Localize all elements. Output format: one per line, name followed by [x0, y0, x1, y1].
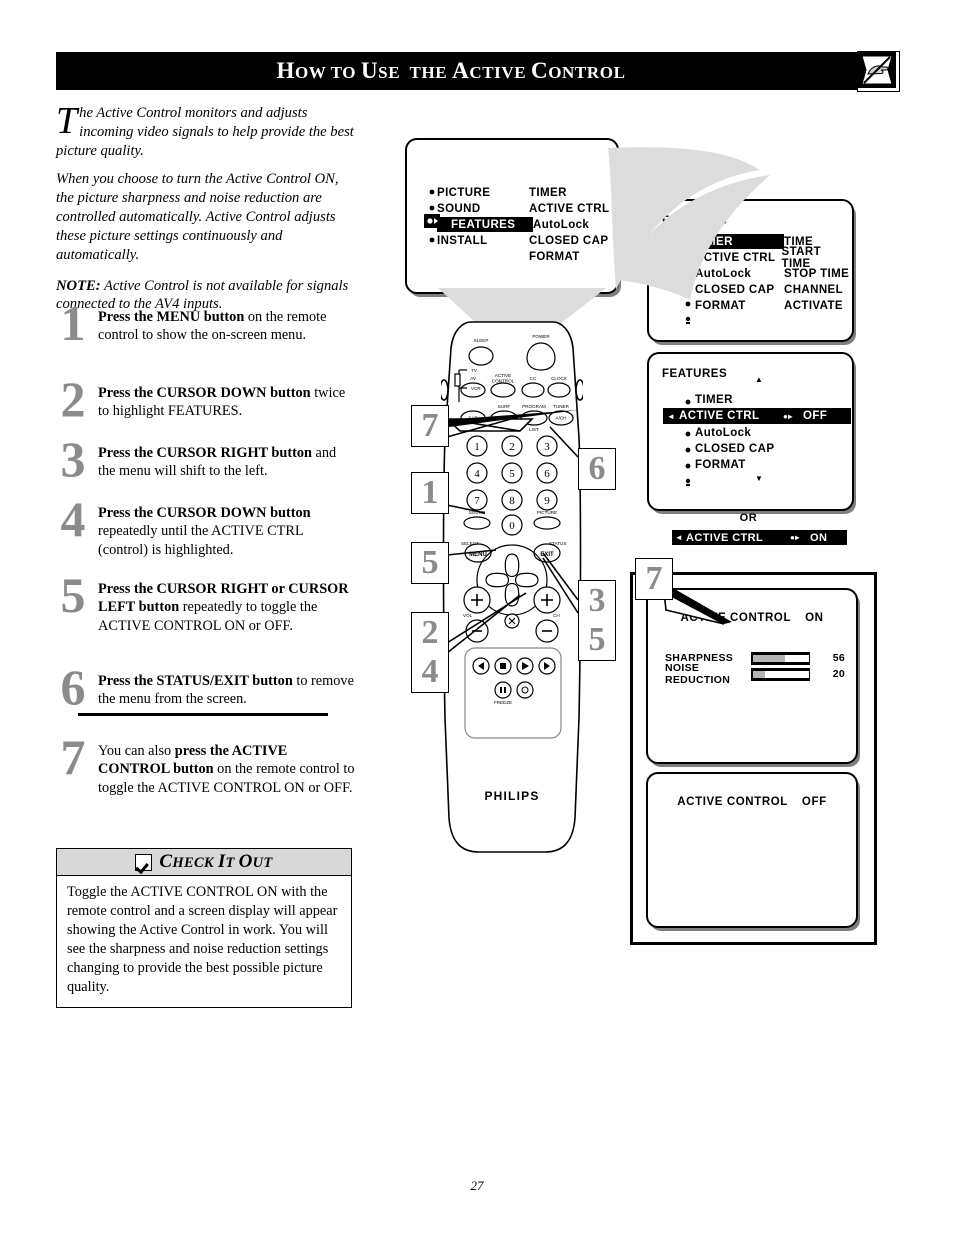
note-label: NOTE: [56, 277, 101, 294]
step-bold: Press the MENU button [98, 309, 245, 325]
label-clock: CLOCK [551, 376, 568, 381]
section-divider [78, 713, 328, 716]
step-text: Press the MENU button on the remote cont… [98, 308, 356, 345]
check-it-out-body: Toggle the ACTIVE CONTROL ON with the re… [67, 884, 338, 995]
step-number: 7 [60, 729, 86, 785]
step-item: 1 Press the MENU button on the remote co… [56, 298, 356, 370]
intro-p1-text: he Active Control monitors and adjusts i… [56, 105, 354, 159]
step-7-block: 7 You can also press the ACTIVE CONTROL … [56, 732, 356, 811]
steps-list: 1 Press the MENU button on the remote co… [56, 298, 356, 732]
step-rest: repeatedly until the ACTIVE CTRL (contro… [98, 523, 304, 558]
ac-off-state: OFF [801, 796, 827, 808]
step-text: Press the CURSOR RIGHT button and the me… [98, 444, 356, 481]
active-control-off-title: ACTIVE CONTROL OFF [648, 796, 856, 808]
step-item: 6 Press the STATUS/EXIT button to remove… [56, 662, 356, 718]
intro-text-column: The Active Control monitors and adjusts … [56, 100, 356, 314]
drop-cap: T [56, 100, 78, 142]
callout-1: 1 [411, 472, 449, 514]
callout-6: 6 [578, 448, 616, 490]
callout-7-right: 7 [635, 558, 673, 600]
label-sleep: SLEEP [474, 338, 489, 343]
label-vcr: VCR [471, 386, 481, 391]
callout-7-left: 7 [411, 405, 449, 447]
step-pre: You can also [98, 743, 175, 759]
step-text: Press the CURSOR DOWN button twice to hi… [98, 384, 356, 421]
step-item: 5 Press the CURSOR RIGHT or CURSOR LEFT … [56, 570, 356, 658]
checkbox-checked-icon [135, 853, 153, 871]
label-power: POWER [532, 334, 550, 339]
step-bold: Press the CURSOR DOWN button [98, 385, 311, 401]
step-bold: Press the STATUS/EXIT button [98, 673, 293, 689]
label-av: AV [470, 376, 477, 381]
step-number: 1 [60, 295, 86, 351]
step-text: Press the CURSOR DOWN button repeatedly … [98, 504, 356, 559]
step-item: 2 Press the CURSOR DOWN button twice to … [56, 374, 356, 430]
step-item: 7 You can also press the ACTIVE CONTROL … [56, 732, 356, 797]
step-item: 3 Press the CURSOR RIGHT button and the … [56, 434, 356, 490]
label-cc: CC [530, 376, 537, 381]
step-number: 5 [60, 567, 86, 623]
check-it-out-title: CHECK IT OUT CHECK IT OUT [159, 851, 273, 872]
step-number: 6 [60, 659, 86, 715]
label-freeze: FREEZE [494, 700, 512, 705]
label-active: ACTIVE [495, 373, 512, 378]
step-bold: Press the CURSOR DOWN button [98, 505, 311, 521]
page-number: 27 [470, 1178, 484, 1193]
step-text: Press the STATUS/EXIT button to remove t… [98, 672, 356, 709]
step-number: 3 [60, 431, 86, 487]
intro-paragraph-1: The Active Control monitors and adjusts … [56, 100, 356, 160]
step-number: 4 [60, 491, 86, 547]
callout-5-right: 5 [578, 620, 616, 661]
step-item: 4 Press the CURSOR DOWN button repeatedl… [56, 494, 356, 566]
label-control: CONTROL [492, 379, 515, 384]
check-it-out-header: CHECK IT OUT CHECK IT OUT [57, 849, 351, 876]
step-text: You can also press the ACTIVE CONTROL bu… [98, 742, 356, 797]
callout-3: 3 [578, 580, 616, 621]
page-header-bar: HOW TO USE THE ACTIVE CONTROL HOW TO USE… [56, 52, 898, 90]
power-button [526, 342, 556, 371]
step-number: 2 [60, 371, 86, 427]
callout-2: 2 [411, 612, 449, 653]
intro-paragraph-2: When you choose to turn the Active Contr… [56, 171, 339, 263]
check-it-out-box: CHECK IT OUT CHECK IT OUT Toggle the ACT… [56, 848, 352, 1008]
ac-off-label: ACTIVE CONTROL [677, 796, 788, 808]
page-root: HOW TO USE THE ACTIVE CONTROL HOW TO USE… [0, 0, 954, 1235]
tv-hand-slash-icon [857, 51, 900, 92]
step-bold: Press the CURSOR RIGHT button [98, 445, 312, 461]
step-text: Press the CURSOR RIGHT or CURSOR LEFT bu… [98, 580, 356, 635]
callout-5-left: 5 [411, 542, 449, 584]
page-title: HOW TO USE THE ACTIVE CONTROL HOW TO USE… [276, 58, 626, 83]
osd-active-control-off: ACTIVE CONTROL OFF [646, 772, 858, 928]
sleep-button [468, 346, 494, 366]
philips-brand-logo: PHILIPS [484, 789, 539, 803]
callout-4: 4 [411, 652, 449, 693]
label-tv: TV [471, 368, 478, 373]
